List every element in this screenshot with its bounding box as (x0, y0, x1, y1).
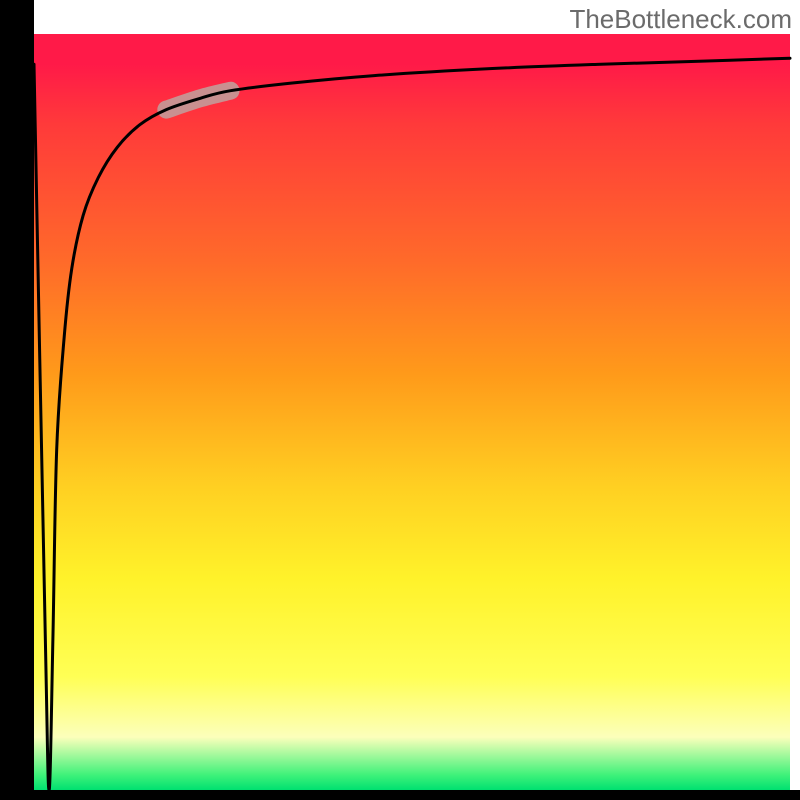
y-axis (0, 0, 34, 790)
x-axis (0, 790, 800, 800)
watermark-text: TheBottleneck.com (569, 4, 792, 35)
chart-plot-area (34, 34, 790, 790)
chart-container: TheBottleneck.com (0, 0, 800, 800)
